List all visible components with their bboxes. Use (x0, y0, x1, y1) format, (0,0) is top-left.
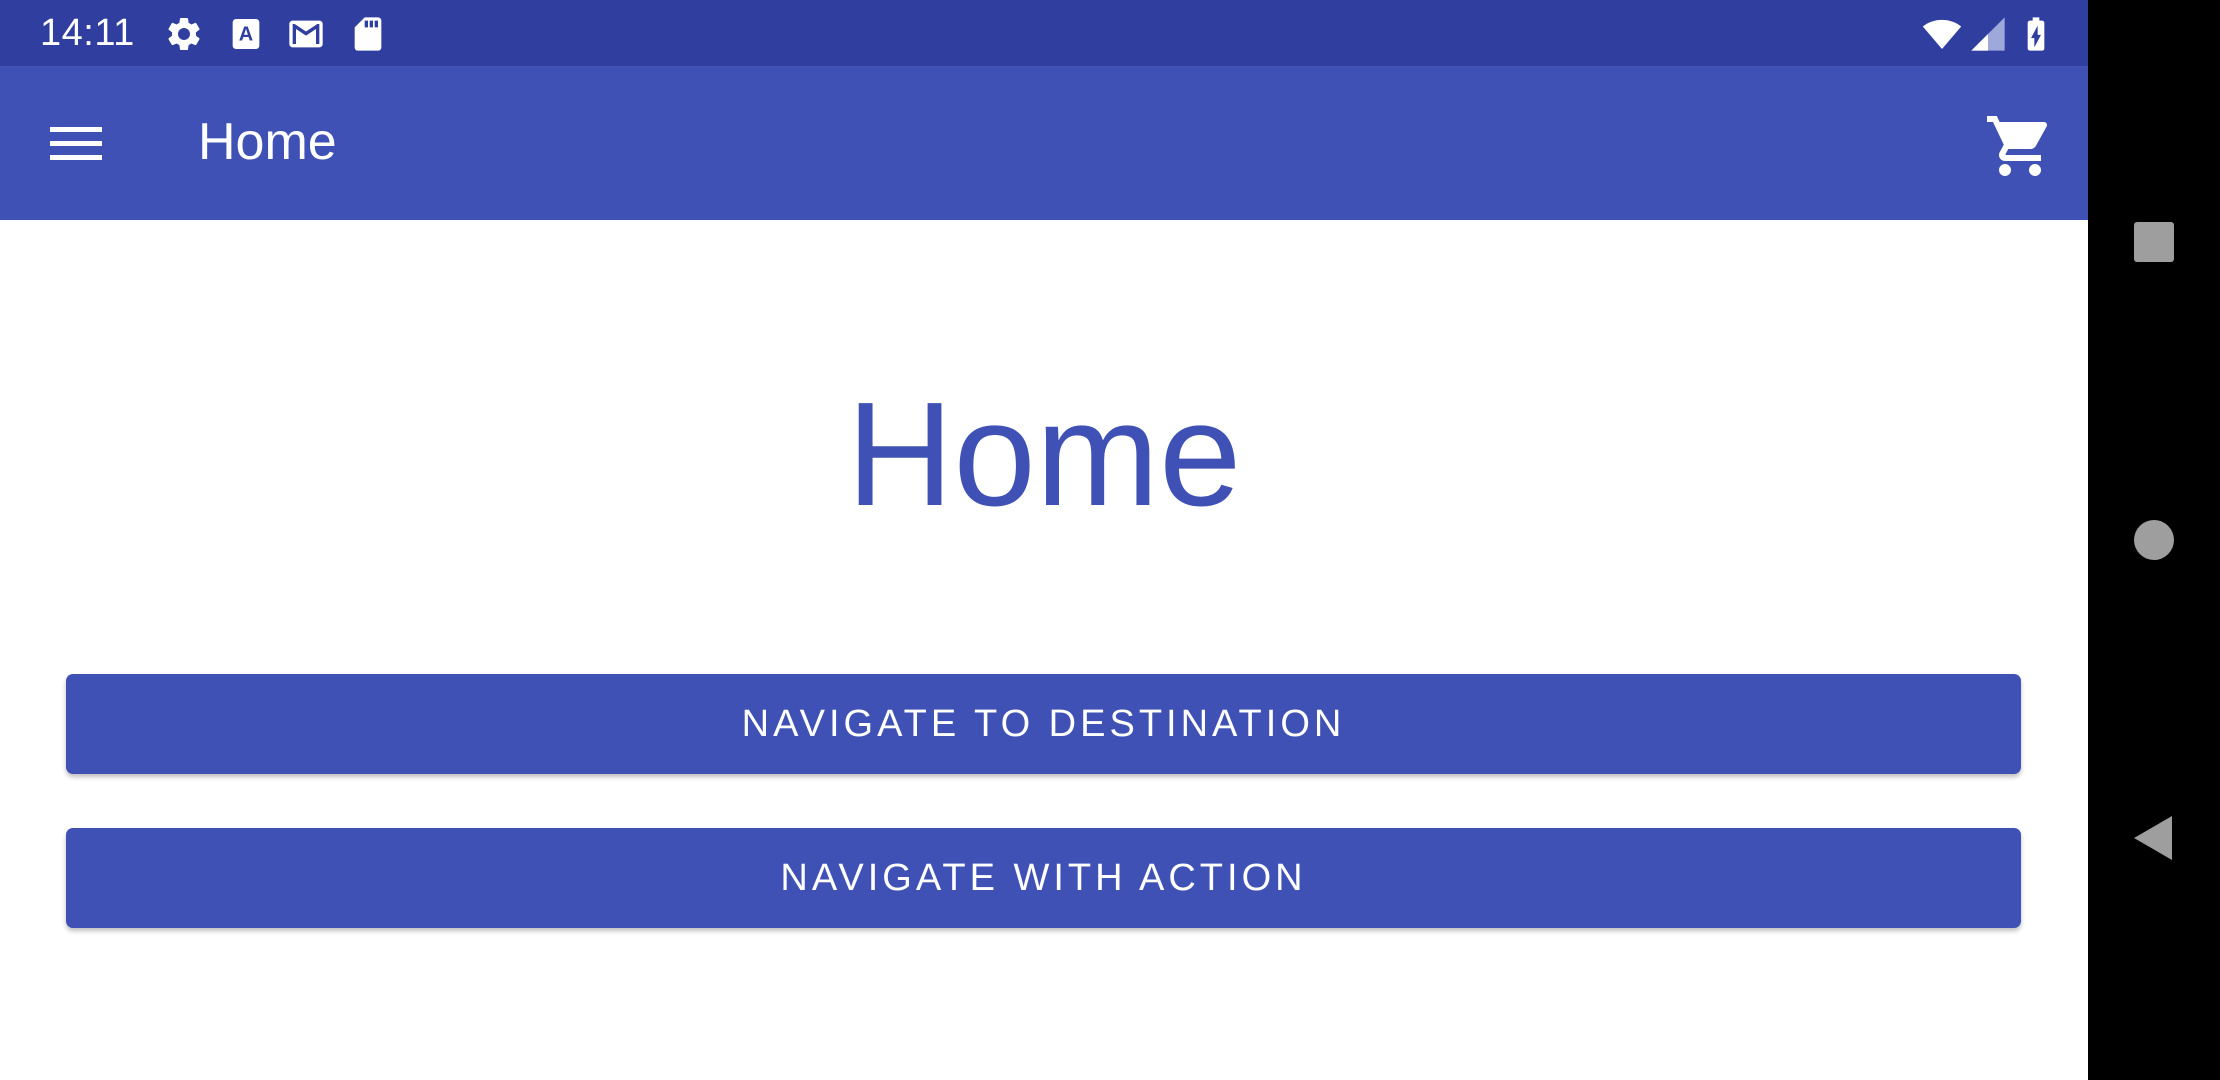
settings-icon (164, 14, 204, 54)
app-screen: 14:11 A Home Home NAVIGATE TO DESTINATIO… (0, 0, 2088, 1080)
home-button[interactable] (2114, 500, 2194, 580)
navigate-with-action-button[interactable]: NAVIGATE WITH ACTION (66, 828, 2021, 928)
menu-button[interactable] (36, 109, 116, 179)
app-bar: Home (0, 66, 2088, 220)
app-bar-title: Home (198, 113, 337, 171)
triangle-back-icon (2134, 816, 2172, 860)
gmail-icon (286, 14, 326, 54)
status-time: 14:11 (40, 12, 135, 54)
hamburger-menu-icon (50, 127, 102, 160)
recents-button[interactable] (2114, 202, 2194, 282)
cart-button[interactable] (1984, 110, 2056, 182)
font-a-icon: A (226, 14, 266, 54)
shopping-cart-icon (1987, 116, 2048, 176)
svg-text:A: A (239, 24, 253, 46)
signal-icon (1968, 14, 2008, 54)
wifi-icon (1922, 14, 1962, 54)
sd-card-icon (348, 14, 388, 54)
navigate-to-destination-button[interactable]: NAVIGATE TO DESTINATION (66, 674, 2021, 774)
status-bar: 14:11 A (0, 0, 2088, 66)
square-recents-icon (2134, 222, 2174, 262)
page-heading: Home (846, 372, 1242, 537)
back-button[interactable] (2114, 798, 2194, 878)
system-navigation-bar (2088, 0, 2220, 1080)
battery-charging-icon (2016, 14, 2056, 54)
circle-home-icon (2134, 520, 2174, 560)
